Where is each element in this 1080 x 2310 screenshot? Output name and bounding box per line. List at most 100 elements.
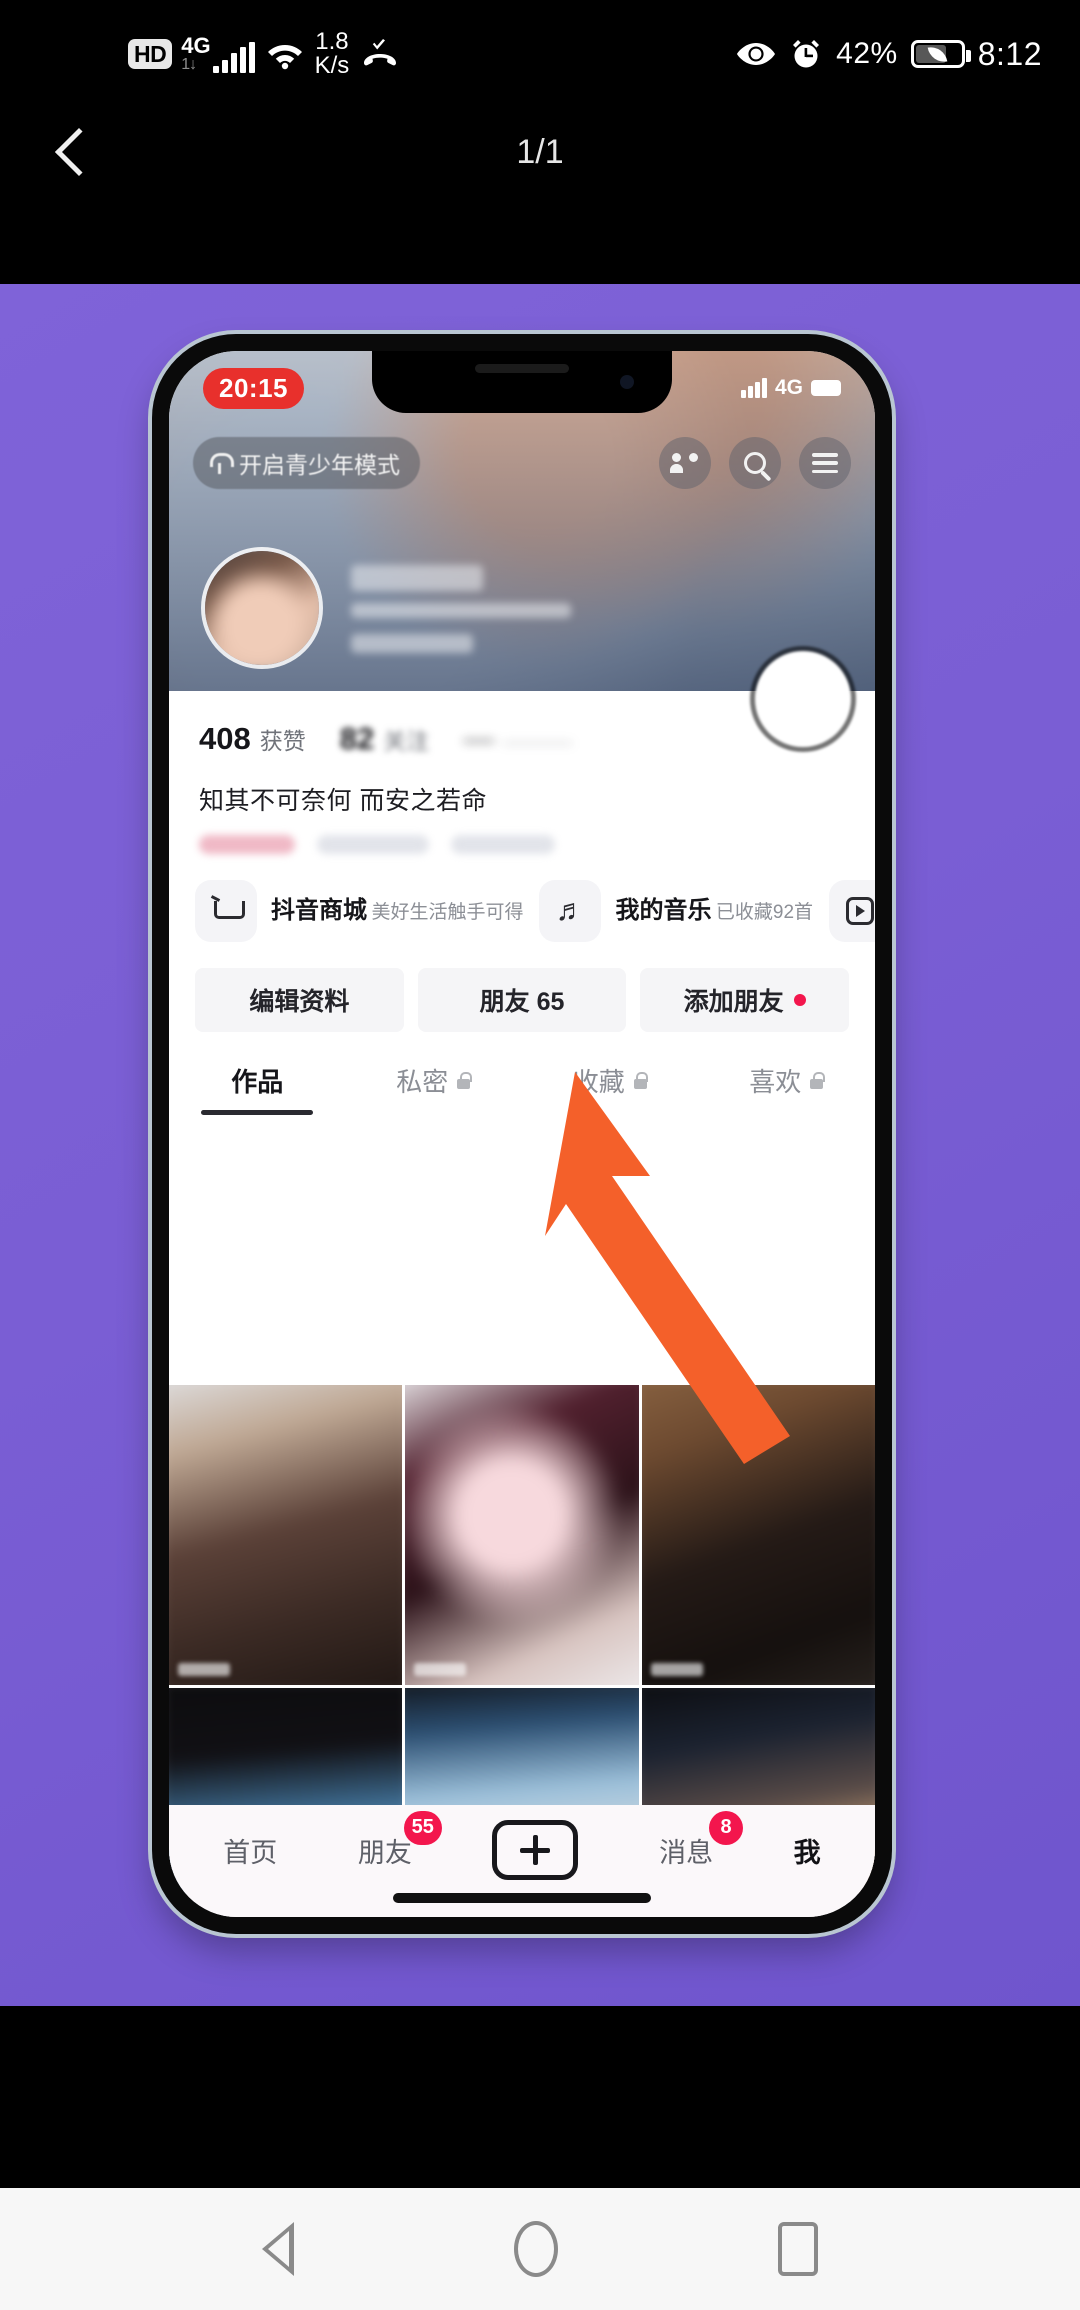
nav-me[interactable]: 我 (794, 1831, 821, 1870)
battery-saver-icon (910, 40, 971, 68)
profile-tags-blurred (169, 817, 875, 854)
top-icon-group (659, 437, 851, 489)
eye-comfort-icon (736, 41, 776, 67)
stat-following-label: 关注 (383, 728, 430, 754)
video-thumbnail[interactable] (641, 1385, 875, 1685)
avatar[interactable] (201, 547, 323, 669)
friends-button[interactable]: 朋友 65 (417, 968, 627, 1032)
card-my-music-subtitle: 已收藏92首 (715, 902, 814, 923)
profile-top-actions: 开启青少年模式 (169, 437, 875, 489)
network-sub-label: 1↓ (181, 56, 197, 73)
card-douyin-mall[interactable]: 抖音商城 美好生活触手可得 (195, 880, 523, 942)
card-live[interactable]: 直播 (829, 880, 875, 942)
nav-friends-badge: 55 (403, 1810, 442, 1845)
back-triangle-icon[interactable] (262, 2222, 294, 2276)
profile-tabs: 作品 私密 收藏 喜欢 (169, 1032, 875, 1115)
home-indicator (393, 1893, 651, 1903)
nav-messages-label: 消息 (659, 1837, 714, 1868)
profile-bio: 知其不可奈何 而安之若命 (199, 787, 487, 815)
username-blurred (351, 565, 571, 653)
status-bar-clock: 8:12 (977, 35, 1042, 72)
nav-friends[interactable]: 朋友 55 (357, 1810, 442, 1870)
nav-friends-label: 朋友 (357, 1837, 412, 1868)
video-thumbnail[interactable] (405, 1385, 639, 1685)
stat-followers-label: ——— (503, 728, 573, 754)
stat-following[interactable]: 82 关注 (340, 721, 429, 757)
profile-action-buttons: 编辑资料 朋友 65 添加朋友 (169, 942, 875, 1032)
stat-following-value: 82 (339, 721, 375, 756)
signal-bars-icon (212, 42, 255, 73)
network-type-label: 4G (181, 33, 211, 58)
music-icon: ♬ (539, 880, 602, 942)
umbrella-icon (208, 452, 234, 474)
profile-panel: 408 获赞 82 关注 — ——— 知其不可奈何 而安之若命 抖音商城 美好生… (169, 651, 875, 1115)
network-speed-unit: K/s (314, 52, 350, 79)
stat-likes[interactable]: 408 获赞 (199, 721, 306, 757)
battery-percent-label: 42% (836, 37, 898, 70)
screen-root: HD 4G 1↓ 1.8 K/s 42% 8:12 1/1 20:15 4G 开… (0, 0, 1080, 2310)
add-friend-red-dot (793, 994, 806, 1006)
phone-signal-icon (741, 378, 767, 398)
front-camera-icon (620, 375, 634, 389)
lock-icon (456, 1072, 472, 1089)
phone-notch (372, 351, 672, 413)
status-bar-right: 42% 8:12 (736, 36, 1042, 73)
tab-collection[interactable]: 收藏 (522, 1062, 699, 1115)
teen-mode-label: 开启青少年模式 (239, 452, 400, 478)
nav-messages[interactable]: 消息 8 (659, 1810, 744, 1870)
image-viewer-top-bar: 1/1 (0, 108, 1080, 196)
tab-private-label: 私密 (396, 1067, 449, 1097)
card-douyin-mall-title: 抖音商城 (271, 897, 367, 924)
nav-messages-badge: 8 (709, 1810, 744, 1845)
tab-likes-label: 喜欢 (749, 1067, 802, 1097)
recording-time-badge: 20:15 (203, 367, 304, 409)
hd-icon: HD (128, 38, 173, 70)
create-post-button[interactable] (492, 1820, 579, 1880)
status-bar-left: HD 4G 1↓ 1.8 K/s (128, 27, 402, 79)
network-speed-indicator: 1.8 K/s (314, 27, 350, 79)
nav-home-label: 首页 (223, 1837, 278, 1868)
search-icon[interactable] (729, 437, 781, 489)
phone-battery-icon (811, 380, 841, 396)
cart-icon (195, 880, 257, 942)
tab-works[interactable]: 作品 (169, 1062, 346, 1115)
alarm-icon (789, 37, 823, 71)
network-speed-value: 1.8 (315, 27, 349, 55)
stat-followers-value: — (463, 721, 495, 756)
teen-mode-button[interactable]: 开启青少年模式 (193, 437, 420, 489)
card-my-music-title: 我的音乐 (615, 897, 712, 924)
phone-mockup: 20:15 4G 开启青少年模式 408 获赞 82 关注 — ——— 知其不可… (152, 334, 892, 1934)
phone-status-right: 4G (741, 376, 841, 400)
menu-icon[interactable] (799, 437, 851, 489)
camera-bubble-overlay (755, 651, 851, 747)
edit-profile-button[interactable]: 编辑资料 (195, 968, 404, 1032)
page-counter: 1/1 (516, 132, 564, 171)
missed-call-icon (358, 36, 402, 72)
video-thumbnail[interactable] (169, 1385, 403, 1685)
add-friend-label: 添加朋友 (683, 988, 784, 1016)
tab-likes[interactable]: 喜欢 (699, 1062, 876, 1115)
friends-label: 朋友 65 (479, 988, 565, 1016)
tab-collection-label: 收藏 (572, 1067, 625, 1097)
home-circle-icon[interactable] (514, 2221, 558, 2277)
android-nav-bar (0, 2188, 1080, 2310)
stat-likes-value: 408 (199, 721, 251, 756)
tab-private[interactable]: 私密 (346, 1062, 523, 1115)
recents-square-icon[interactable] (778, 2222, 818, 2276)
lock-icon (633, 1072, 649, 1089)
tab-works-label: 作品 (231, 1067, 284, 1097)
stat-followers[interactable]: — ——— (463, 721, 572, 757)
edit-profile-label: 编辑资料 (249, 988, 350, 1016)
screenshot-image[interactable]: 20:15 4G 开启青少年模式 408 获赞 82 关注 — ——— 知其不可… (0, 284, 1080, 2006)
stat-likes-label: 获赞 (259, 728, 306, 754)
nav-home[interactable]: 首页 (223, 1831, 277, 1870)
people-icon[interactable] (659, 437, 711, 489)
nav-me-label: 我 (793, 1837, 821, 1868)
lock-icon (809, 1072, 825, 1089)
add-friend-button[interactable]: 添加朋友 (640, 968, 850, 1032)
card-my-music[interactable]: ♬ 我的音乐 已收藏92首 (539, 880, 813, 942)
phone-screen: 20:15 4G 开启青少年模式 408 获赞 82 关注 — ——— 知其不可… (169, 351, 875, 1917)
phone-network-label: 4G (774, 376, 803, 399)
profile-entry-cards: 抖音商城 美好生活触手可得 ♬ 我的音乐 已收藏92首 (169, 854, 875, 942)
android-status-bar: HD 4G 1↓ 1.8 K/s 42% 8:12 (0, 0, 1080, 108)
